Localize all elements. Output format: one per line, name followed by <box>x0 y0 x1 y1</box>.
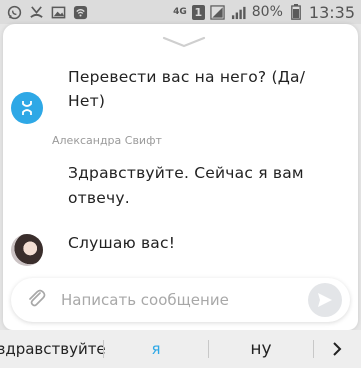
suggestion-1[interactable]: здравствуйте <box>0 330 106 368</box>
sim-number: 1 <box>194 5 203 19</box>
status-left-icons <box>6 4 88 20</box>
message-user: Слушаю вас! <box>68 234 176 252</box>
chat-panel: Перевести вас на него? (Да/ Нет) Алексан… <box>3 24 358 330</box>
message-input[interactable] <box>61 291 308 309</box>
sender-name: Александра Свифт <box>52 134 162 147</box>
bot-logo-icon <box>22 101 32 115</box>
suggestion-3[interactable]: ну <box>209 330 313 368</box>
battery-percent: 80% <box>251 4 283 20</box>
signal-icon <box>210 4 226 20</box>
network-type: 4G <box>173 6 187 17</box>
whatsapp-icon <box>6 4 22 20</box>
message-agent-line2: отвечу. <box>68 189 130 207</box>
sim-icon: 1 <box>191 4 205 20</box>
chevron-right-icon <box>333 342 342 356</box>
status-bar: 4G 1 80% 13:35 <box>0 0 361 24</box>
clock: 13:35 <box>308 2 355 22</box>
missed-call-icon <box>28 4 44 20</box>
more-suggestions-button[interactable] <box>314 330 360 368</box>
user-avatar <box>11 234 43 266</box>
battery-icon <box>288 4 304 20</box>
collapse-chevron-icon[interactable] <box>162 36 206 48</box>
signal-bars-icon <box>231 4 247 20</box>
message-composer <box>11 278 350 322</box>
wifi-icon <box>72 4 88 20</box>
message-bot-line2: Нет) <box>68 92 106 110</box>
message-bot-line1: Перевести вас на него? (Да/ <box>68 68 306 86</box>
status-right-indicators: 4G 1 80% 13:35 <box>173 3 355 22</box>
keyboard-suggestion-bar: здравствуйте я ну <box>0 330 361 368</box>
gallery-icon <box>50 4 66 20</box>
send-icon <box>318 293 332 307</box>
send-button[interactable] <box>308 283 342 317</box>
paperclip-icon[interactable] <box>25 287 47 313</box>
suggestion-2[interactable]: я <box>104 330 208 368</box>
message-agent-line1: Здравствуйте. Сейчас я вам <box>68 164 304 182</box>
bot-avatar <box>11 92 43 124</box>
